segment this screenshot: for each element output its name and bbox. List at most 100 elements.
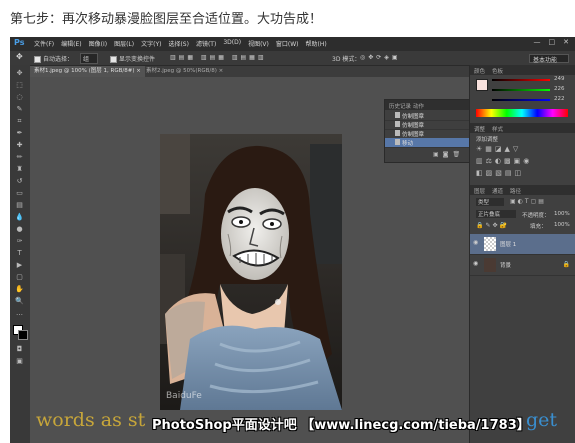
blue-value[interactable]: 222 xyxy=(554,96,565,102)
adjust-panel-tabs: 调整 样式 xyxy=(470,123,575,133)
history-footer-icons[interactable]: ▣◙🗑 xyxy=(433,151,464,158)
zoom-tool-icon[interactable]: 🔍 xyxy=(15,297,24,306)
tab-swatches[interactable]: 色板 xyxy=(492,67,503,75)
red-value[interactable]: 249 xyxy=(554,76,565,82)
eraser-tool-icon[interactable]: ▭ xyxy=(15,189,24,198)
3d-mode-label: 3D 模式： xyxy=(332,56,361,63)
lock-icon: 🔒 xyxy=(562,261,570,268)
layer-name[interactable]: 背景 xyxy=(500,261,511,269)
adjustment-icons-row-2[interactable]: ▥⚖◐▩▣◉ xyxy=(476,157,532,165)
watermark-right-text: get xyxy=(526,409,558,431)
healing-tool-icon[interactable]: ✚ xyxy=(15,141,24,150)
more-tools-icon[interactable]: … xyxy=(15,309,24,318)
menu-filter[interactable]: 滤镜(T) xyxy=(196,39,216,48)
move-tool-icon[interactable]: ✥ xyxy=(15,69,24,78)
screen-mode-icon[interactable]: ▣ xyxy=(15,357,24,366)
layer-row[interactable]: ◉ 背景 🔒 xyxy=(470,255,575,276)
layer-filter-kind[interactable]: 类型 xyxy=(476,198,504,206)
align-icons[interactable]: ▥▤▦ ▥▤▦ ▥▤▦▥ xyxy=(170,54,267,61)
auto-select-checkbox[interactable]: 自动选择： xyxy=(34,54,73,63)
menu-layer[interactable]: 图层(L) xyxy=(114,39,134,48)
show-transform-checkbox[interactable]: 显示变换控件 xyxy=(110,54,155,63)
tab-document-1[interactable]: 素材1.jpeg @ 100% (图层 1, RGB/8#) × xyxy=(30,66,145,77)
menu-image[interactable]: 图像(I) xyxy=(89,39,107,48)
3d-mode-icons[interactable]: ◎✥⟳◈▣ xyxy=(360,54,401,61)
dodge-tool-icon[interactable]: ● xyxy=(15,225,24,234)
blue-slider[interactable] xyxy=(492,99,550,101)
eyedropper-tool-icon[interactable]: ✒ xyxy=(15,129,24,138)
move-tool-icon[interactable]: ✥ xyxy=(16,52,23,61)
workspace-dropdown[interactable]: 基本功能 xyxy=(529,54,569,64)
quick-mask-icon[interactable]: ◘ xyxy=(15,345,24,354)
path-select-tool-icon[interactable]: ▶ xyxy=(15,261,24,270)
history-brush-tool-icon[interactable]: ↺ xyxy=(15,177,24,186)
menu-select[interactable]: 选择(S) xyxy=(168,39,189,48)
opacity-label: 不透明度： xyxy=(522,213,550,219)
background-color-swatch[interactable] xyxy=(18,330,28,340)
visibility-eye-icon[interactable]: ◉ xyxy=(473,261,479,267)
blend-mode-dropdown[interactable]: 正片叠底 xyxy=(476,210,516,218)
adjustment-icons-row-3[interactable]: ◧▨▧▤◫ xyxy=(476,169,524,177)
blur-tool-icon[interactable]: 💧 xyxy=(15,213,24,222)
menu-file[interactable]: 文件(F) xyxy=(34,39,54,48)
menu-type[interactable]: 文字(Y) xyxy=(141,39,161,48)
tab-adjustments[interactable]: 调整 xyxy=(474,125,485,133)
tab-actions[interactable]: 动作 xyxy=(413,102,424,110)
main-menu: 文件(F) 编辑(E) 图像(I) 图层(L) 文字(Y) 选择(S) 滤镜(T… xyxy=(34,39,327,48)
crop-tool-icon[interactable]: ⌗ xyxy=(15,117,24,126)
history-step-label: 仿制图章 xyxy=(402,132,425,138)
pen-tool-icon[interactable]: ✑ xyxy=(15,237,24,246)
shape-tool-icon[interactable]: ▢ xyxy=(15,273,24,282)
minimize-button[interactable]: — xyxy=(534,38,541,46)
fill-value[interactable]: 100% xyxy=(554,222,570,228)
opacity-value[interactable]: 100% xyxy=(554,211,570,217)
history-step-label: 仿制图章 xyxy=(402,123,425,129)
layers-panel-tabs: 图层 通道 路径 xyxy=(470,185,575,195)
document-tabs: 素材1.jpeg @ 100% (图层 1, RGB/8#) × 素材2.jpe… xyxy=(30,66,475,77)
tab-paths[interactable]: 路径 xyxy=(510,187,521,195)
visibility-eye-icon[interactable]: ◉ xyxy=(473,240,479,246)
tab-layers[interactable]: 图层 xyxy=(474,187,485,195)
tab-document-2[interactable]: 素材2.jpeg @ 50%(RGB/8) × xyxy=(142,66,227,77)
gradient-tool-icon[interactable]: ▤ xyxy=(15,201,24,210)
watermark-site-text: PhotoShop平面设计吧 【www.linecg.com/tieba/178… xyxy=(152,418,530,433)
menu-help[interactable]: 帮助(H) xyxy=(306,39,327,48)
brush-tool-icon[interactable]: ✏ xyxy=(15,153,24,162)
fill-label: 填充： xyxy=(530,224,547,230)
layer-name[interactable]: 图层 1 xyxy=(500,240,516,248)
history-step-label: 仿制图章 xyxy=(402,114,425,120)
adjustment-icons-row-1[interactable]: ☀▦◪▲▽ xyxy=(476,145,521,153)
menu-edit[interactable]: 编辑(E) xyxy=(61,39,81,48)
close-button[interactable]: ✕ xyxy=(563,38,569,46)
tab-styles[interactable]: 样式 xyxy=(492,125,503,133)
menu-window[interactable]: 窗口(W) xyxy=(276,39,299,48)
tab-channels[interactable]: 通道 xyxy=(492,187,503,195)
auto-select-dropdown[interactable]: 组 xyxy=(80,53,99,64)
lasso-tool-icon[interactable]: ◌ xyxy=(15,93,24,102)
right-panel-dock: 颜色 色板 249 226 222 调整 样式 添加调整 ☀▦◪▲▽ ▥⚖◐▩▣… xyxy=(469,65,575,443)
layer-row-selected[interactable]: ◉ 图层 1 xyxy=(470,234,575,255)
tab-history[interactable]: 历史记录 xyxy=(389,102,411,110)
menu-3d[interactable]: 3D(D) xyxy=(223,39,241,48)
foreground-color-swatch[interactable] xyxy=(476,79,488,91)
color-panel-tabs: 颜色 色板 xyxy=(470,65,575,75)
green-value[interactable]: 226 xyxy=(554,86,565,92)
menu-view[interactable]: 视图(V) xyxy=(248,39,269,48)
lock-icons[interactable]: 🔒✎✥🔐 xyxy=(476,222,509,229)
layer-filter-icons[interactable]: ▣◐T▢▤ xyxy=(510,198,546,205)
marquee-tool-icon[interactable]: ⬚ xyxy=(15,81,24,90)
maximize-button[interactable]: □ xyxy=(549,38,556,46)
hand-tool-icon[interactable]: ✋ xyxy=(15,285,24,294)
auto-select-label: 自动选择： xyxy=(43,56,74,63)
document-photo[interactable]: BaiduFe xyxy=(160,134,342,410)
history-step-selected[interactable]: 移动 xyxy=(385,138,475,148)
type-tool-icon[interactable]: T xyxy=(15,249,24,258)
red-slider[interactable] xyxy=(492,79,550,81)
green-slider[interactable] xyxy=(492,89,550,91)
add-adjustment-label: 添加调整 xyxy=(476,137,499,143)
color-spectrum-bar[interactable] xyxy=(476,109,568,117)
photoshop-window: Ps 文件(F) 编辑(E) 图像(I) 图层(L) 文字(Y) 选择(S) 滤… xyxy=(10,37,575,443)
quick-select-tool-icon[interactable]: ✎ xyxy=(15,105,24,114)
clone-stamp-tool-icon[interactable]: ♜ xyxy=(15,165,24,174)
tab-color[interactable]: 颜色 xyxy=(474,67,485,75)
